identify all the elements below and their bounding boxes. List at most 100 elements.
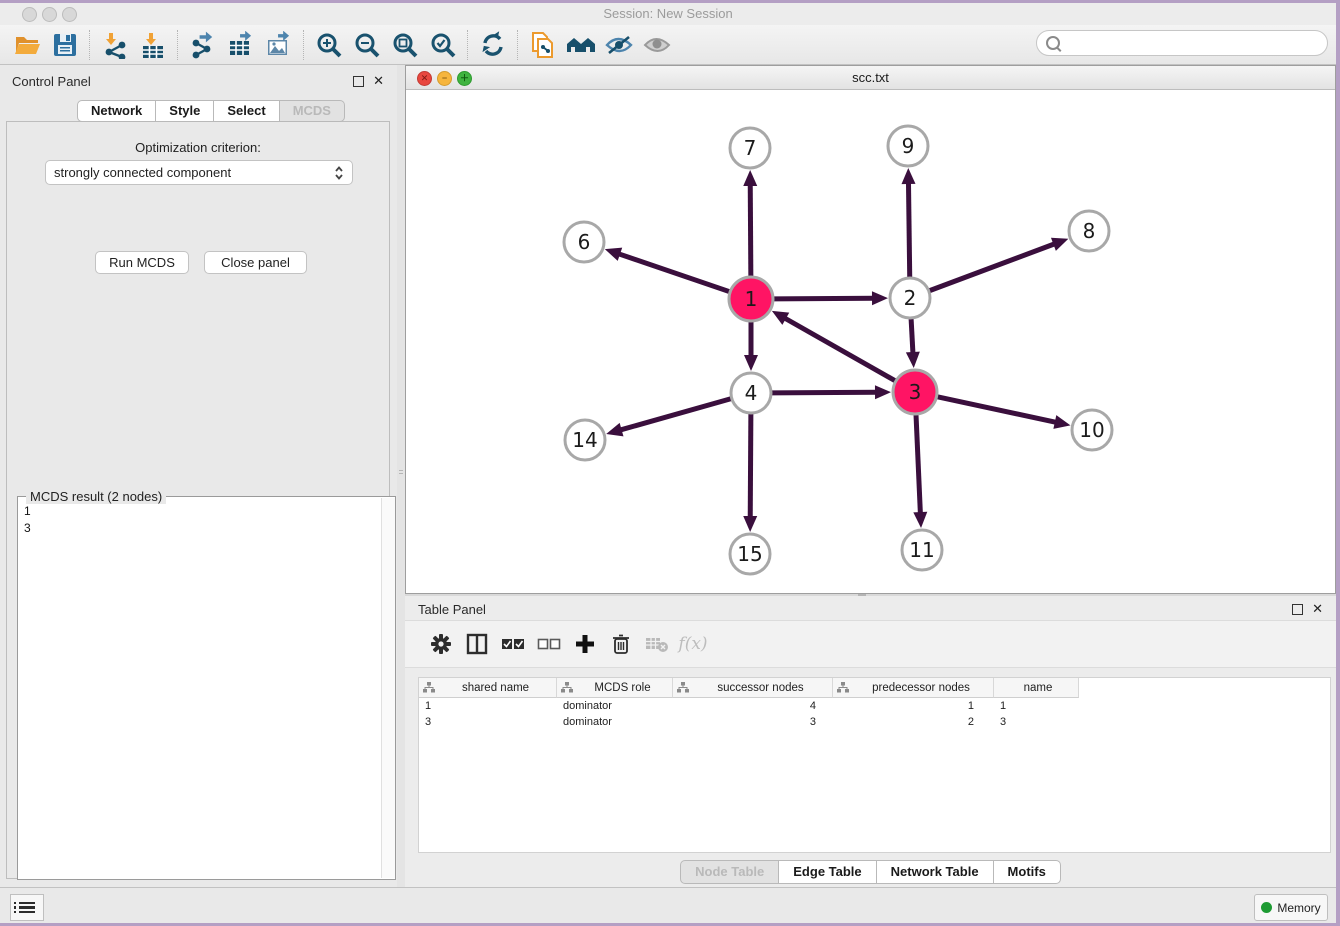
hierarchy-icon xyxy=(837,682,849,693)
table-settings-button[interactable] xyxy=(423,626,459,662)
edge-3-11[interactable] xyxy=(916,415,920,515)
table-row[interactable]: 3dominator323 xyxy=(419,714,1330,730)
float-table-panel-icon[interactable] xyxy=(1292,604,1303,615)
edge-1-6[interactable] xyxy=(617,253,729,291)
first-neighbors-button[interactable] xyxy=(524,28,562,62)
search-field[interactable] xyxy=(1036,30,1328,56)
cell-name[interactable]: 3 xyxy=(994,716,1079,728)
arrowhead-2-8 xyxy=(1051,238,1068,251)
zoom-selected-icon xyxy=(429,31,457,59)
edge-1-2[interactable] xyxy=(774,298,875,299)
checked-boxes-icon xyxy=(501,637,525,651)
tab-mcds[interactable]: MCDS xyxy=(280,100,345,122)
tab-style[interactable]: Style xyxy=(156,100,214,122)
node-label-10: 10 xyxy=(1079,418,1104,442)
cell-successor-nodes[interactable]: 3 xyxy=(673,716,833,728)
cell-successor-nodes[interactable]: 4 xyxy=(673,700,833,712)
tab-node-table[interactable]: Node Table xyxy=(680,860,779,884)
export-network-icon xyxy=(189,31,217,59)
show-all-button[interactable] xyxy=(638,28,676,62)
memory-label: Memory xyxy=(1277,901,1320,915)
column-header-MCDS-role[interactable]: MCDS role xyxy=(557,678,673,698)
cell-shared-name[interactable]: 3 xyxy=(419,716,557,728)
edge-4-15[interactable] xyxy=(750,414,751,519)
node-label-11: 11 xyxy=(909,538,934,562)
optimization-criterion-label: Optimization criterion: xyxy=(7,140,389,155)
zoom-selected-button[interactable] xyxy=(424,28,462,62)
select-all-button[interactable] xyxy=(495,626,531,662)
run-mcds-button[interactable]: Run MCDS xyxy=(95,251,189,274)
open-folder-icon xyxy=(13,32,41,58)
save-session-button[interactable] xyxy=(46,28,84,62)
edge-3-1[interactable] xyxy=(783,317,895,380)
zoom-out-button[interactable] xyxy=(348,28,386,62)
criterion-dropdown[interactable]: strongly connected component xyxy=(45,160,353,185)
edge-2-9[interactable] xyxy=(908,181,909,277)
close-panel-icon[interactable]: ✕ xyxy=(373,76,384,86)
arrowhead-1-4 xyxy=(744,355,758,371)
status-bar: Memory xyxy=(0,887,1336,923)
import-network-button[interactable] xyxy=(96,28,134,62)
column-header-name[interactable]: name xyxy=(994,678,1079,698)
arrowhead-2-3 xyxy=(906,352,920,368)
apply-function-button[interactable]: f(x) xyxy=(675,626,711,662)
show-columns-button[interactable] xyxy=(459,626,495,662)
tab-network-table[interactable]: Network Table xyxy=(877,860,994,884)
edge-2-3[interactable] xyxy=(911,319,913,355)
memory-button[interactable]: Memory xyxy=(1254,894,1328,921)
zoom-in-button[interactable] xyxy=(310,28,348,62)
home-button[interactable] xyxy=(562,28,600,62)
network-window-title: scc.txt xyxy=(406,70,1335,85)
open-session-button[interactable] xyxy=(8,28,46,62)
export-table-button[interactable] xyxy=(222,28,260,62)
column-header-shared-name[interactable]: shared name xyxy=(419,678,557,698)
export-image-button[interactable] xyxy=(260,28,298,62)
node-label-8: 8 xyxy=(1083,219,1096,243)
edge-2-8[interactable] xyxy=(930,243,1057,290)
edge-3-10[interactable] xyxy=(937,397,1057,423)
add-column-button[interactable] xyxy=(567,626,603,662)
tab-edge-table[interactable]: Edge Table xyxy=(779,860,876,884)
import-table-button[interactable] xyxy=(134,28,172,62)
edge-1-7[interactable] xyxy=(750,183,751,276)
delete-table-button[interactable] xyxy=(639,626,675,662)
column-header-predecessor-nodes[interactable]: predecessor nodes xyxy=(833,678,994,698)
deselect-all-button[interactable] xyxy=(531,626,567,662)
search-input[interactable] xyxy=(1066,35,1327,52)
tab-motifs[interactable]: Motifs xyxy=(994,860,1061,884)
table-tabs: Node TableEdge TableNetwork TableMotifs xyxy=(405,860,1336,884)
table-row[interactable]: 1dominator411 xyxy=(419,698,1330,714)
cell-name[interactable]: 1 xyxy=(994,700,1079,712)
vertical-splitter[interactable] xyxy=(397,65,405,887)
tab-select[interactable]: Select xyxy=(214,100,279,122)
zoom-fit-icon xyxy=(391,31,419,59)
hide-selected-button[interactable] xyxy=(600,28,638,62)
close-panel-button[interactable]: Close panel xyxy=(204,251,307,274)
delete-column-button[interactable] xyxy=(603,626,639,662)
toolbar-separator xyxy=(303,30,305,60)
float-panel-icon[interactable] xyxy=(353,76,364,87)
first-neighbors-icon xyxy=(529,30,557,60)
close-table-panel-icon[interactable]: ✕ xyxy=(1312,604,1323,614)
network-graph-canvas[interactable]: 7968124314101511 xyxy=(406,90,1335,593)
houses-icon xyxy=(565,32,597,58)
task-list-button[interactable] xyxy=(10,894,44,921)
control-panel-tabs: NetworkStyleSelectMCDS xyxy=(77,100,345,122)
edge-4-14[interactable] xyxy=(619,399,731,431)
cell-shared-name[interactable]: 1 xyxy=(419,700,557,712)
edge-4-3[interactable] xyxy=(772,392,878,393)
refresh-button[interactable] xyxy=(474,28,512,62)
cell-predecessor-nodes[interactable]: 1 xyxy=(833,700,994,712)
node-label-6: 6 xyxy=(578,230,591,254)
cell-predecessor-nodes[interactable]: 2 xyxy=(833,716,994,728)
cell-MCDS-role[interactable]: dominator xyxy=(557,700,673,712)
result-scrollbar[interactable] xyxy=(381,498,395,878)
table-body: 1dominator4113dominator323 xyxy=(419,698,1330,730)
tab-network[interactable]: Network xyxy=(77,100,156,122)
plus-icon xyxy=(575,634,595,654)
cell-MCDS-role[interactable]: dominator xyxy=(557,716,673,728)
export-network-button[interactable] xyxy=(184,28,222,62)
zoom-fit-button[interactable] xyxy=(386,28,424,62)
column-header-successor-nodes[interactable]: successor nodes xyxy=(673,678,833,698)
memory-status-icon xyxy=(1261,902,1272,913)
